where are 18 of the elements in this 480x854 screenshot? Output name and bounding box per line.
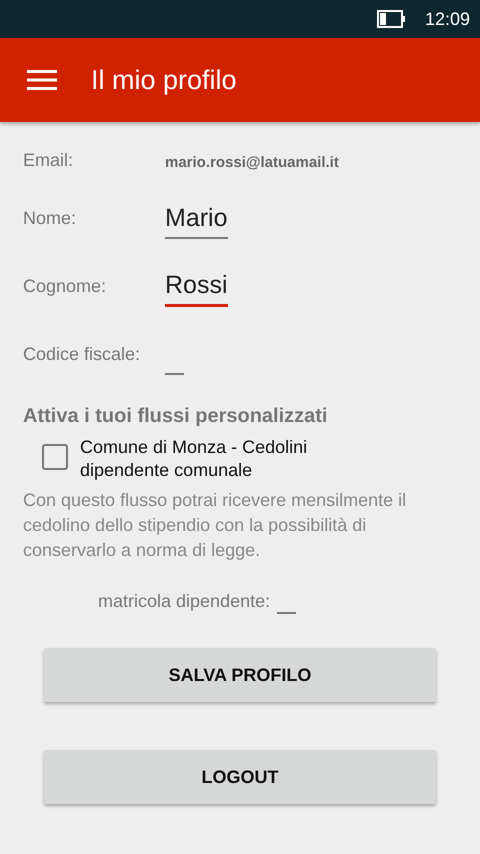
action-button[interactable]: LOGOUT <box>44 750 436 804</box>
input-field[interactable]: Rossi <box>165 271 228 307</box>
screen-title: Il mio profilo <box>91 64 237 96</box>
input-field[interactable]: Mario <box>165 204 228 239</box>
section-heading: Attiva i tuoi flussi personalizzati <box>23 405 328 428</box>
checkbox[interactable] <box>42 444 68 470</box>
description: Con questo flusso potrai ricevere mensilmente il cedolino dello stipendio con la possibilità di conservarlo a norma di legge. <box>23 489 408 562</box>
email-value: mario.rossi@latuamail.it <box>165 154 339 171</box>
battery-icon <box>376 10 405 28</box>
field-label: matricola dipendente: <box>98 591 270 613</box>
field-label: Codice fiscale: <box>23 344 142 366</box>
checkbox-label[interactable]: Comune di Monza - Cedolini dipendente comunale <box>80 436 370 482</box>
field-label: Cognome: <box>23 276 108 298</box>
action-button[interactable]: SALVA PROFILO <box>44 648 436 702</box>
field-label: Nome: <box>23 208 78 230</box>
menu-icon[interactable] <box>27 69 57 91</box>
field-label: Email: <box>23 150 74 171</box>
clock: 12:09 <box>424 8 470 30</box>
